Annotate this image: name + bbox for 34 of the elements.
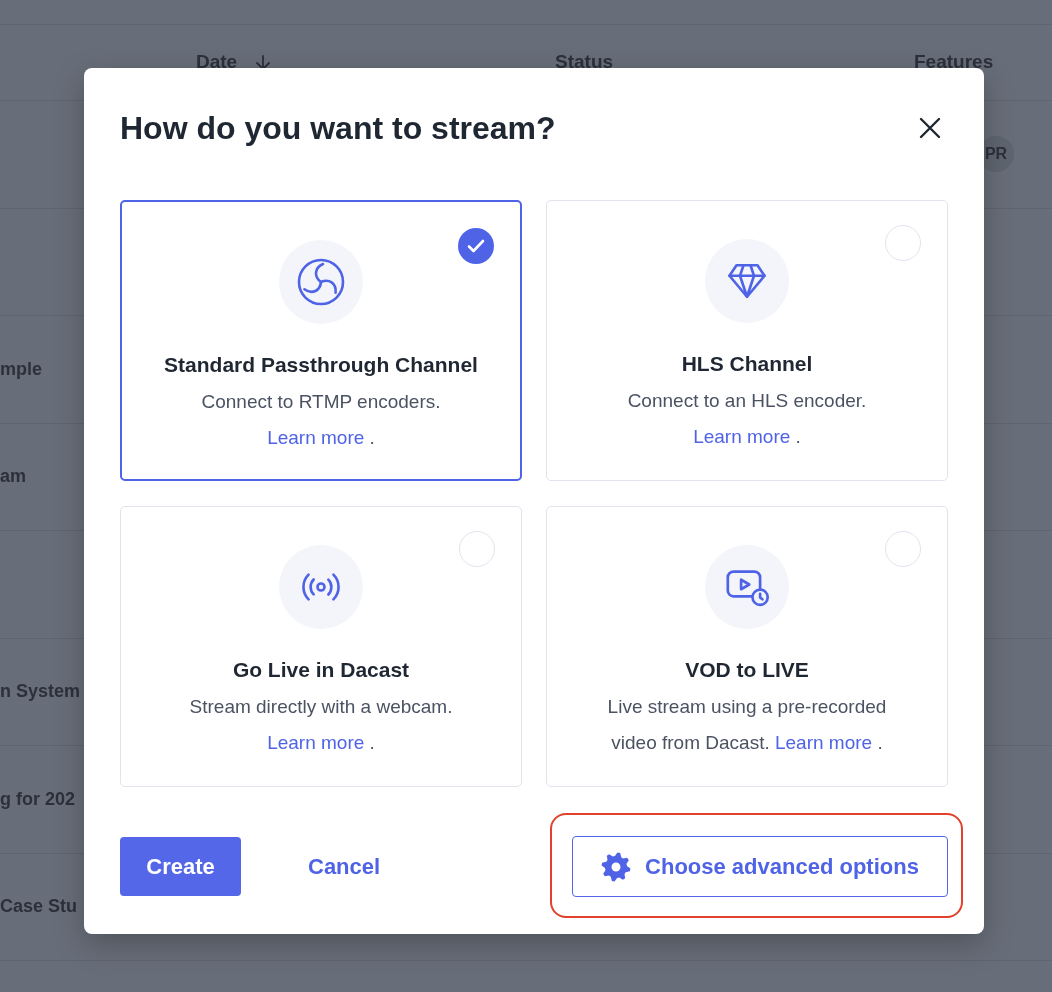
radio-circle-icon[interactable] <box>885 225 921 261</box>
option-description: Stream directly with a webcam. Learn more . <box>188 695 454 755</box>
option-title: Standard Passthrough Channel <box>164 352 478 378</box>
learn-more-link[interactable]: Learn more <box>267 732 365 753</box>
cancel-button[interactable]: Cancel <box>284 837 405 896</box>
option-title: Go Live in Dacast <box>232 657 410 683</box>
learn-more-link[interactable]: Learn more <box>693 426 791 447</box>
radio-circle-icon[interactable] <box>885 531 921 567</box>
option-card[interactable]: VOD to LIVE Live stream using a pre-recorded video from Dacast. Learn more . <box>546 506 948 787</box>
advanced-options-button[interactable]: Choose advanced options <box>572 836 948 897</box>
learn-more-link[interactable]: Learn more <box>267 427 365 448</box>
option-title: VOD to LIVE <box>685 657 809 683</box>
option-description: Live stream using a pre-recorded video from Dacast. Learn more . <box>606 695 888 755</box>
row-title: am <box>0 465 26 489</box>
option-card[interactable]: Go Live in Dacast Stream directly with a webcam. Learn more . <box>120 506 522 787</box>
option-description: Connect to RTMP encoders. Learn more . <box>200 390 442 450</box>
down-arrow-icon[interactable] <box>255 55 272 70</box>
check-circle-icon[interactable] <box>458 228 494 264</box>
learn-more-link[interactable]: Learn more <box>774 732 873 753</box>
radio-circle-icon[interactable] <box>459 531 495 567</box>
broadcast-icon <box>279 545 363 629</box>
row-title: Case Stu <box>0 895 78 919</box>
row-title: n System <box>0 680 81 704</box>
swirl-circle-icon <box>279 240 363 324</box>
row-title: g for 202 <box>0 787 76 811</box>
option-card[interactable]: Standard Passthrough Channel Connect to RTMP encoders. Learn more . <box>120 200 522 481</box>
option-card[interactable]: HLS Channel Connect to an HLS encoder. Learn more . <box>546 200 948 481</box>
option-description: Connect to an HLS encoder. Learn more . <box>626 389 868 449</box>
gear-icon <box>601 851 632 882</box>
video-clock-icon <box>705 545 789 629</box>
row-title: mple <box>0 357 42 381</box>
option-title: HLS Channel <box>681 351 813 377</box>
dialog-title: How do you want to stream? <box>120 112 556 144</box>
create-button[interactable]: Create <box>120 837 241 896</box>
